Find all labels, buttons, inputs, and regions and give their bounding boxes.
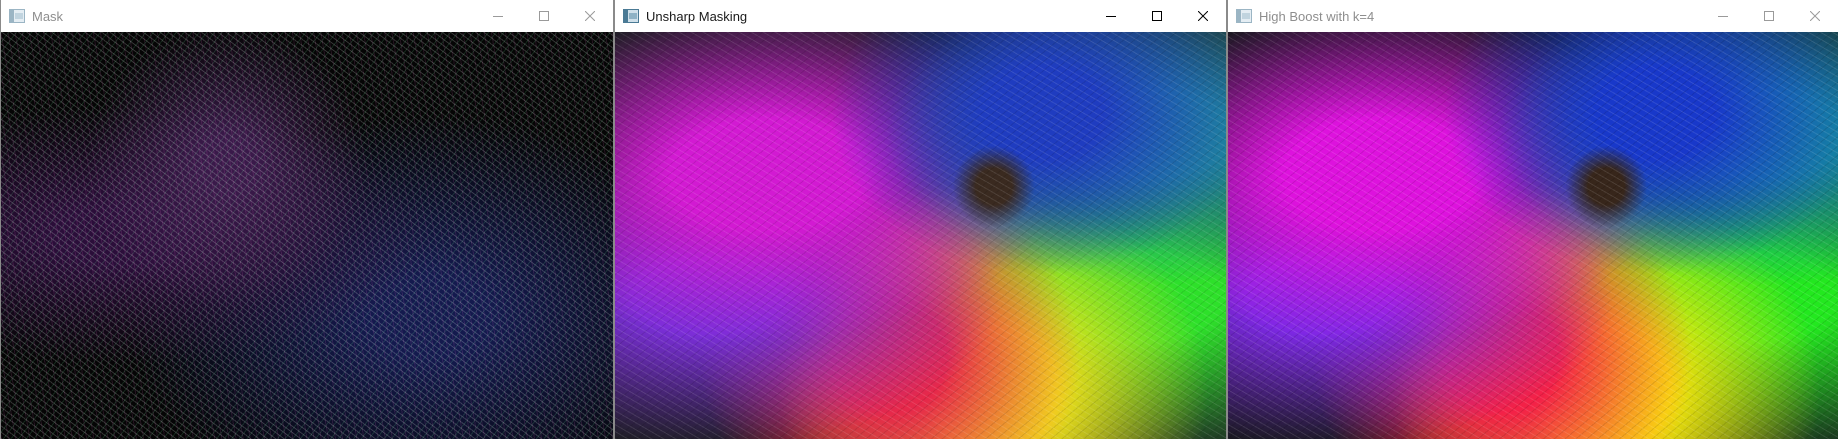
window-title: High Boost with k=4 <box>1259 8 1375 24</box>
window-controls <box>1700 0 1838 32</box>
titlebar[interactable]: Unsharp Masking <box>615 0 1226 32</box>
maximize-icon <box>539 11 549 21</box>
minimize-button[interactable] <box>1700 0 1746 32</box>
window-mask[interactable]: Mask <box>0 0 614 439</box>
close-icon <box>1198 11 1208 21</box>
window-unsharp-masking[interactable]: Unsharp Masking <box>614 0 1227 439</box>
minimize-button[interactable] <box>475 0 521 32</box>
window-title: Unsharp Masking <box>646 8 748 24</box>
maximize-icon <box>1764 11 1774 21</box>
maximize-button[interactable] <box>521 0 567 32</box>
minimize-button[interactable] <box>1088 0 1134 32</box>
close-icon <box>1810 11 1820 21</box>
unsharp-masking-image <box>615 32 1226 439</box>
app-window-icon <box>9 9 25 23</box>
close-button[interactable] <box>1180 0 1226 32</box>
desktop: Mask Unsharp Masking High Boost with k=4 <box>0 0 1838 439</box>
close-button[interactable] <box>567 0 613 32</box>
titlebar[interactable]: High Boost with k=4 <box>1228 0 1838 32</box>
close-icon <box>585 11 595 21</box>
high-boost-image <box>1228 32 1838 439</box>
maximize-icon <box>1152 11 1162 21</box>
window-controls <box>1088 0 1226 32</box>
app-window-icon <box>623 9 639 23</box>
window-controls <box>475 0 613 32</box>
mask-image <box>1 32 613 439</box>
maximize-button[interactable] <box>1746 0 1792 32</box>
titlebar[interactable]: Mask <box>1 0 613 32</box>
window-high-boost[interactable]: High Boost with k=4 <box>1227 0 1838 439</box>
app-window-icon <box>1236 9 1252 23</box>
window-title: Mask <box>32 8 64 24</box>
minimize-icon <box>1106 16 1116 17</box>
minimize-icon <box>1718 16 1728 17</box>
minimize-icon <box>493 16 503 17</box>
maximize-button[interactable] <box>1134 0 1180 32</box>
close-button[interactable] <box>1792 0 1838 32</box>
